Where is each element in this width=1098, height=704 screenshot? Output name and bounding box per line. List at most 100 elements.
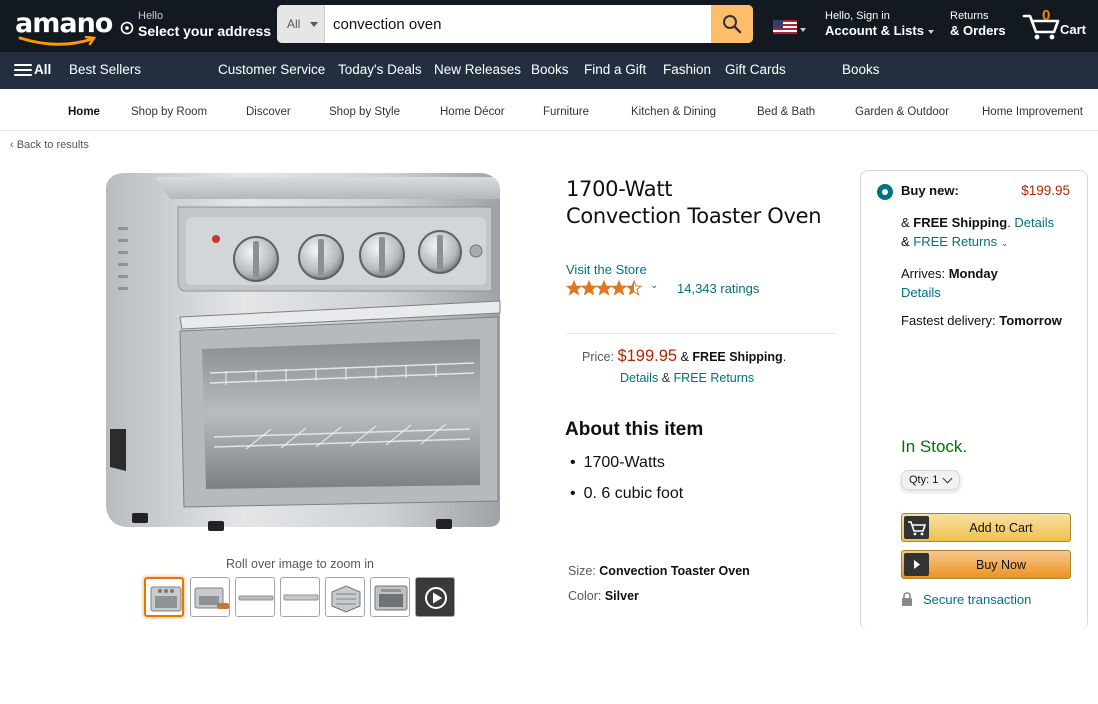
shipping-details-link[interactable]: Details: [620, 371, 658, 385]
secondary-nav: All Best Sellers Customer Service Today'…: [0, 52, 1098, 89]
quantity-dropdown[interactable]: Qty: 1: [901, 470, 960, 490]
feature-bullet: 1700-Watts: [570, 452, 683, 483]
search-button[interactable]: [711, 5, 753, 43]
color-value: Silver: [604, 589, 639, 603]
arrives-label: Arrives:: [901, 266, 946, 281]
buybox-returns-line: & FREE Returns ⌄: [901, 234, 1008, 249]
nav-best-sellers[interactable]: Best Sellers: [69, 62, 141, 77]
search-category-dropdown[interactable]: All: [277, 5, 325, 43]
account-menu[interactable]: Hello, Sign in Account & Lists: [825, 10, 934, 38]
buybox-free-shipping: FREE Shipping: [913, 215, 1008, 230]
free-shipping-label: FREE Shipping: [692, 350, 783, 364]
buybox-free-returns-link[interactable]: FREE Returns ⌄: [913, 234, 1008, 249]
add-to-cart-button[interactable]: Add to Cart: [901, 513, 1071, 542]
nav-gift-cards[interactable]: Gift Cards: [725, 62, 786, 77]
location-pin-icon: [120, 21, 134, 35]
store-tab-furniture[interactable]: Furniture: [543, 106, 589, 118]
nav-customer-service[interactable]: Customer Service: [218, 62, 325, 77]
site-logo[interactable]: amano: [12, 6, 113, 46]
feature-bullet: 0. 6 cubic foot: [570, 483, 684, 514]
rating-chevron-icon[interactable]: ⌄: [650, 280, 658, 291]
search-icon: [723, 15, 742, 34]
oven-thumbnail-icon: [150, 586, 182, 612]
store-tab-shop-by-room[interactable]: Shop by Room: [131, 106, 207, 118]
account-greeting: Hello, Sign in: [825, 10, 890, 22]
thumbnail-5[interactable]: [325, 577, 365, 617]
chevron-down-icon: [942, 473, 953, 484]
oven-front-thumbnail-icon: [374, 585, 408, 611]
buybox-details-link[interactable]: Details: [1014, 215, 1054, 230]
rack-thumbnail-icon: [283, 594, 319, 601]
search-bar: All: [277, 5, 753, 43]
nav-new-releases[interactable]: New Releases: [434, 62, 521, 77]
secure-transaction-label: Secure transaction: [923, 592, 1032, 607]
buy-new-price: $199.95: [1021, 183, 1070, 198]
top-nav: amano Hello Select your address All conv…: [0, 0, 1098, 52]
store-tab-home[interactable]: Home: [68, 106, 100, 118]
nav-todays-deals[interactable]: Today's Deals: [338, 62, 422, 77]
size-label: Size:: [568, 564, 596, 578]
chevron-down-icon: ⌄: [1000, 238, 1009, 248]
us-flag-icon[interactable]: [773, 20, 797, 34]
search-input[interactable]: [325, 5, 711, 43]
store-tab-discover[interactable]: Discover: [246, 106, 291, 118]
oven-food-thumbnail-icon: [194, 587, 229, 609]
address-prompt: Select your address: [138, 23, 272, 39]
buy-box: Buy new: $199.95 & FREE Shipping. Detail…: [860, 170, 1088, 630]
product-title-line1: 1700-Watt: [566, 177, 673, 201]
language-chevron-icon: [800, 28, 806, 32]
chevron-down-icon: [310, 22, 318, 27]
visit-store-link[interactable]: Visit the Store: [566, 262, 647, 277]
free-returns-link[interactable]: FREE Returns: [674, 371, 755, 385]
product-main-image[interactable]: [96, 167, 512, 551]
price-amp: &: [680, 350, 689, 364]
store-tab-garden-outdoor[interactable]: Garden & Outdoor: [855, 106, 949, 118]
price-amount: $199.95: [617, 347, 678, 365]
store-tab-kitchen-dining[interactable]: Kitchen & Dining: [631, 106, 716, 118]
thumbnail-2[interactable]: [190, 577, 230, 617]
cart-count: 0: [1042, 7, 1051, 24]
price-label: Price:: [582, 350, 614, 364]
product-title-line2: Convection Toaster Oven: [566, 204, 822, 228]
thumbnail-3[interactable]: [235, 577, 275, 617]
buybox-free-returns-label: FREE Returns: [913, 234, 998, 249]
size-attribute: Size: Convection Toaster Oven: [568, 564, 750, 578]
store-tab-home-decor[interactable]: Home Décor: [440, 106, 505, 118]
arrives-line: Arrives: Monday: [901, 266, 998, 281]
nav-fashion[interactable]: Fashion: [663, 62, 711, 77]
price-links-amp: &: [661, 371, 671, 385]
back-to-results-link[interactable]: ‹ Back to results: [10, 139, 89, 151]
ratings-count-link[interactable]: 14,343 ratings: [677, 281, 759, 296]
color-label: Color:: [568, 589, 602, 603]
nav-books-promo[interactable]: Books: [842, 62, 880, 77]
store-tab-bed-bath[interactable]: Bed & Bath: [757, 106, 815, 118]
fastest-day: Tomorrow: [999, 313, 1062, 328]
hamburger-menu-icon[interactable]: [14, 64, 32, 77]
buy-new-label: Buy new:: [901, 183, 959, 198]
play-icon: [904, 553, 929, 576]
store-tab-home-improvement[interactable]: Home Improvement: [982, 106, 1083, 118]
play-video-icon: [416, 578, 454, 616]
fastest-label: Fastest delivery:: [901, 313, 996, 328]
cart-link[interactable]: 0 Cart: [1022, 6, 1092, 46]
buy-now-label: Buy Now: [975, 558, 1027, 572]
thumbnail-1[interactable]: [144, 577, 184, 617]
logo-text: amano: [15, 8, 113, 39]
thumbnail-4[interactable]: [280, 577, 320, 617]
thumbnail-6[interactable]: [370, 577, 410, 617]
arrives-details-link[interactable]: Details: [901, 285, 941, 300]
address-greeting: Hello: [138, 10, 164, 22]
feature-bullets: 1700-Watts 0. 6 cubic foot: [570, 452, 684, 514]
about-heading: About this item: [565, 419, 704, 440]
returns-orders-link[interactable]: Returns & Orders: [950, 10, 1006, 38]
thumbnail-video[interactable]: [415, 577, 455, 617]
all-menu-button[interactable]: All: [34, 62, 51, 77]
product-title: 1700-Watt Convection Toaster Oven: [566, 176, 856, 230]
star-rating-icon[interactable]: [566, 280, 646, 296]
nav-books[interactable]: Books: [531, 62, 569, 77]
buy-new-radio[interactable]: [877, 184, 893, 200]
store-tab-shop-by-style[interactable]: Shop by Style: [329, 106, 400, 118]
buy-now-button[interactable]: Buy Now: [901, 550, 1071, 579]
divider: [566, 333, 836, 334]
nav-find-a-gift[interactable]: Find a Gift: [584, 62, 646, 77]
